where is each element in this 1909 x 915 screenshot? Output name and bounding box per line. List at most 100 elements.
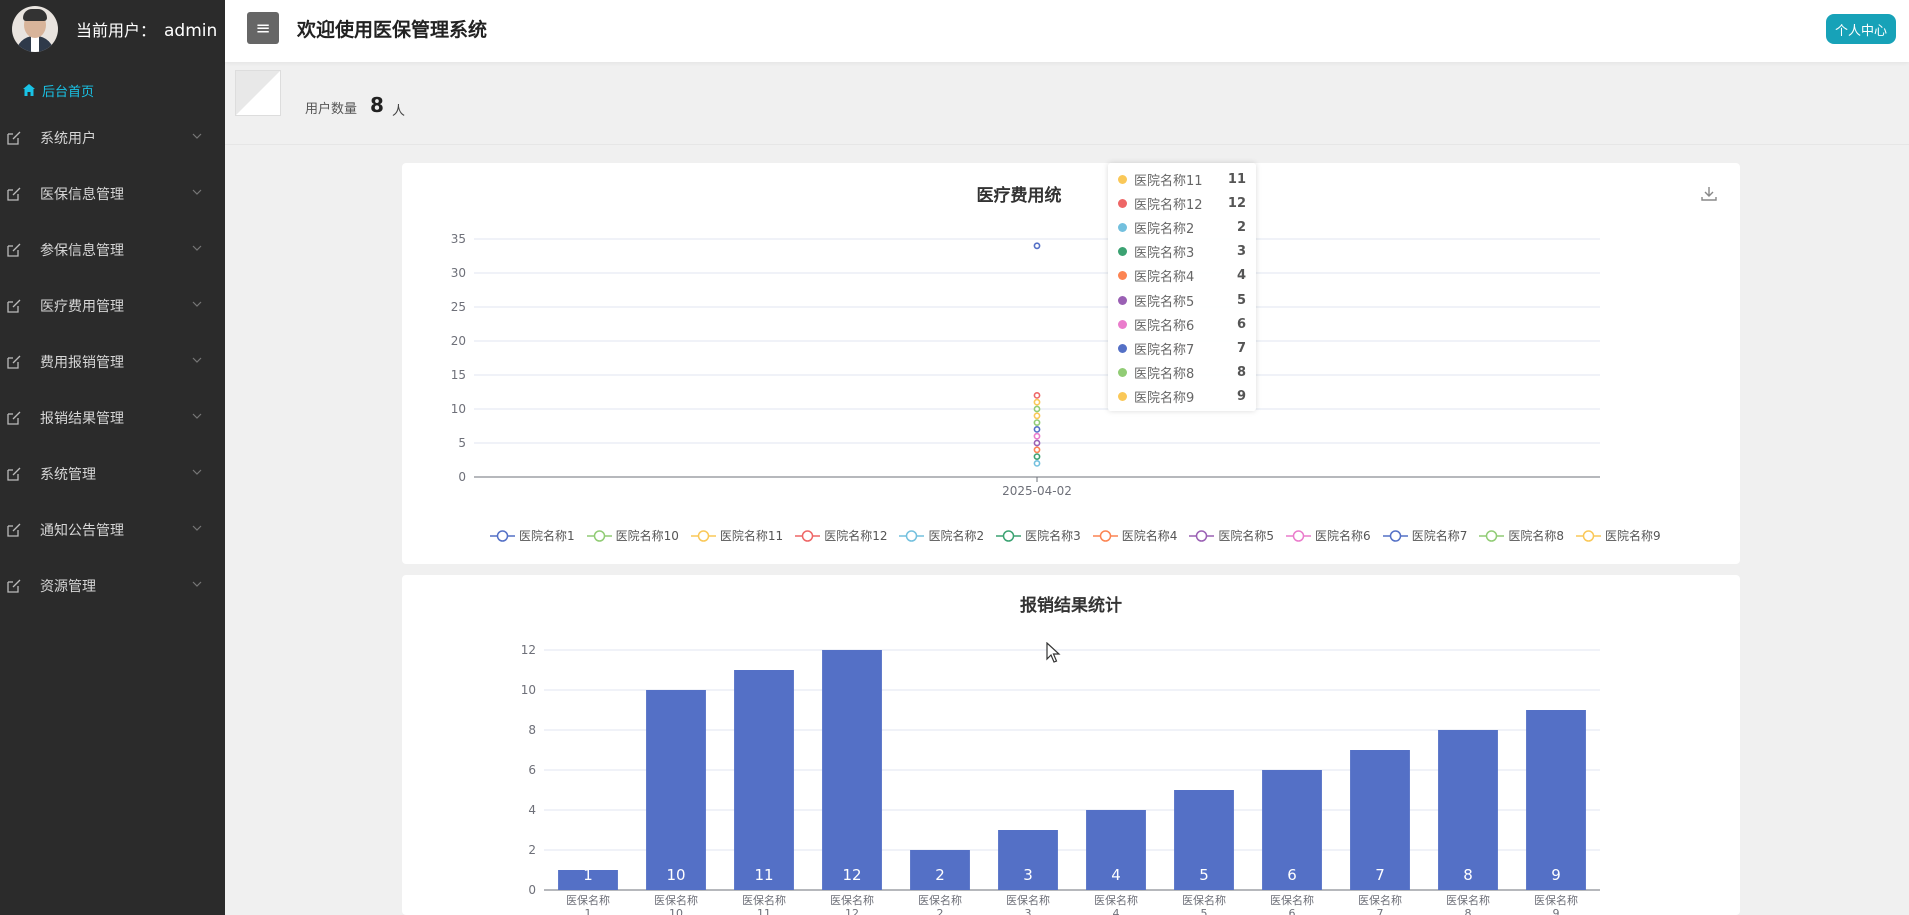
bar[interactable] (734, 670, 794, 890)
y-tick-label: 10 (521, 683, 536, 697)
bar[interactable] (1526, 710, 1586, 890)
tooltip-name: 医院名称5 (1134, 294, 1195, 310)
scatter-point[interactable] (1033, 432, 1041, 440)
mouse-cursor-icon (1046, 642, 1061, 663)
y-tick-label: 10 (451, 402, 466, 416)
tooltip-dot (1118, 368, 1127, 378)
legend-label: 医院名称3 (1025, 529, 1081, 543)
edit-square-icon (7, 355, 21, 369)
y-tick-label: 8 (528, 723, 536, 737)
sidebar-item-7[interactable]: 通知公告管理 (0, 502, 225, 558)
tooltip-value: 8 (1236, 365, 1246, 381)
legend-item[interactable]: 医院名称8 (1479, 527, 1564, 544)
legend-item[interactable]: 医院名称11 (690, 527, 784, 544)
chevron-down-icon (192, 133, 202, 139)
sidebar-item-3[interactable]: 医疗费用管理 (0, 278, 225, 334)
sidebar-item-label: 医保信息管理 (40, 187, 124, 203)
legend-label: 医院名称5 (1218, 529, 1275, 543)
sidebar-item-2[interactable]: 参保信息管理 (0, 222, 225, 278)
y-tick-label: 5 (458, 436, 466, 450)
sidebar-item-label: 系统管理 (40, 467, 96, 483)
chart-tooltip: 医院名称11 11 医院名称12 12 医院名称2 2 医院名称3 3 医院名称4 4 医院名称5 5… (1108, 163, 1256, 411)
legend-marker-icon (1479, 529, 1505, 542)
x-tick-label: 2025-04-02 (1002, 484, 1072, 498)
scatter-point[interactable] (1033, 439, 1041, 447)
legend-item[interactable]: 医院名称5 (1189, 527, 1274, 544)
scatter-point[interactable] (1033, 391, 1041, 399)
tooltip-dot (1118, 343, 1127, 353)
scatter-point[interactable] (1033, 425, 1041, 433)
tooltip-value: 9 (1236, 389, 1246, 405)
y-tick-label: 12 (521, 643, 536, 657)
legend-marker-icon (795, 529, 821, 542)
tooltip-row: 医院名称3 3 (1118, 242, 1246, 262)
scatter-point[interactable] (1033, 398, 1041, 406)
sidebar-item-home[interactable]: 后台首页 (0, 70, 225, 110)
y-tick-label: 25 (451, 300, 466, 314)
legend-item[interactable]: 医院名称10 (586, 527, 679, 544)
sidebar-item-label: 参保信息管理 (40, 243, 124, 259)
sidebar-item-6[interactable]: 系统管理 (0, 446, 225, 502)
legend-item[interactable]: 医院名称6 (1286, 527, 1371, 544)
legend-marker-icon (1382, 529, 1408, 542)
legend-item[interactable]: 医院名称2 (899, 527, 984, 544)
bar-value-label: 12 (842, 866, 861, 884)
legend-item[interactable]: 医院名称3 (996, 527, 1081, 544)
scatter-point[interactable] (1033, 405, 1041, 413)
legend-label: 医院名称10 (615, 529, 679, 543)
bar-value-label: 1 (583, 866, 593, 884)
avatar[interactable] (12, 6, 58, 52)
legend-item[interactable]: 医院名称1 (490, 527, 575, 544)
scatter-point[interactable] (1033, 242, 1041, 250)
tooltip-row: 医院名称11 11 (1118, 169, 1246, 189)
edit-square-icon (7, 131, 21, 145)
sidebar-item-1[interactable]: 医保信息管理 (0, 166, 225, 222)
sidebar-item-4[interactable]: 费用报销管理 (0, 334, 225, 390)
tooltip-name: 医院名称11 (1134, 173, 1203, 189)
legend-label: 医院名称1 (519, 529, 575, 543)
y-tick-label: 15 (451, 368, 466, 382)
bar-value-label: 3 (1023, 866, 1033, 884)
y-tick-label: 6 (528, 763, 536, 777)
bar-value-label: 6 (1287, 866, 1297, 884)
legend-item[interactable]: 医院名称4 (1092, 527, 1177, 544)
x-tick-label-line2: 10 (669, 907, 683, 915)
stats-bar: 用户数量 8 人 (225, 62, 1909, 145)
sidebar-item-8[interactable]: 资源管理 (0, 558, 225, 614)
legend-marker-icon (586, 529, 612, 542)
current-user-label: 当前用户： admin (76, 17, 217, 41)
x-tick-label: 医保名称 (1358, 893, 1402, 907)
tooltip-row: 医院名称2 2 (1118, 217, 1246, 237)
tooltip-value: 7 (1236, 340, 1246, 356)
tooltip-value: 11 (1227, 171, 1246, 187)
sidebar-item-5[interactable]: 报销结果管理 (0, 390, 225, 446)
sidebar-item-label: 医疗费用管理 (40, 299, 124, 315)
tooltip-dot (1118, 319, 1127, 329)
tooltip-name: 医院名称7 (1134, 342, 1195, 358)
bar[interactable] (646, 690, 706, 890)
tooltip-dot (1118, 198, 1127, 208)
legend-item[interactable]: 医院名称7 (1382, 527, 1467, 544)
sidebar-item-label: 通知公告管理 (40, 523, 124, 539)
menu-toggle-button[interactable]: ≡ (247, 12, 279, 44)
x-tick-label: 医保名称 (1534, 893, 1578, 907)
user-count-unit: 人 (392, 104, 406, 119)
legend-label: 医院名称9 (1604, 529, 1661, 543)
tooltip-dot (1118, 271, 1127, 281)
profile-center-button[interactable]: 个人中心 (1826, 14, 1896, 44)
x-tick-label: 医保名称 (918, 893, 962, 907)
x-tick-label-line2: 6 (1289, 907, 1296, 915)
scatter-point[interactable] (1033, 446, 1041, 454)
scatter-point[interactable] (1033, 419, 1041, 426)
scatter-point[interactable] (1033, 412, 1041, 420)
legend-label: 医院名称11 (719, 529, 784, 543)
x-tick-label-line2: 7 (1377, 907, 1384, 915)
scatter-point[interactable] (1033, 453, 1041, 460)
sidebar-item-0[interactable]: 系统用户 (0, 110, 225, 166)
y-tick-label: 20 (451, 334, 466, 348)
legend-item[interactable]: 医院名称12 (795, 527, 887, 544)
bar[interactable] (822, 650, 882, 890)
scatter-point[interactable] (1033, 459, 1041, 467)
reimbursement-bar-chart: 0246810121医保名称110医保名称1011医保名称1112医保名称122… (521, 643, 1600, 915)
legend-item[interactable]: 医院名称9 (1575, 527, 1661, 544)
